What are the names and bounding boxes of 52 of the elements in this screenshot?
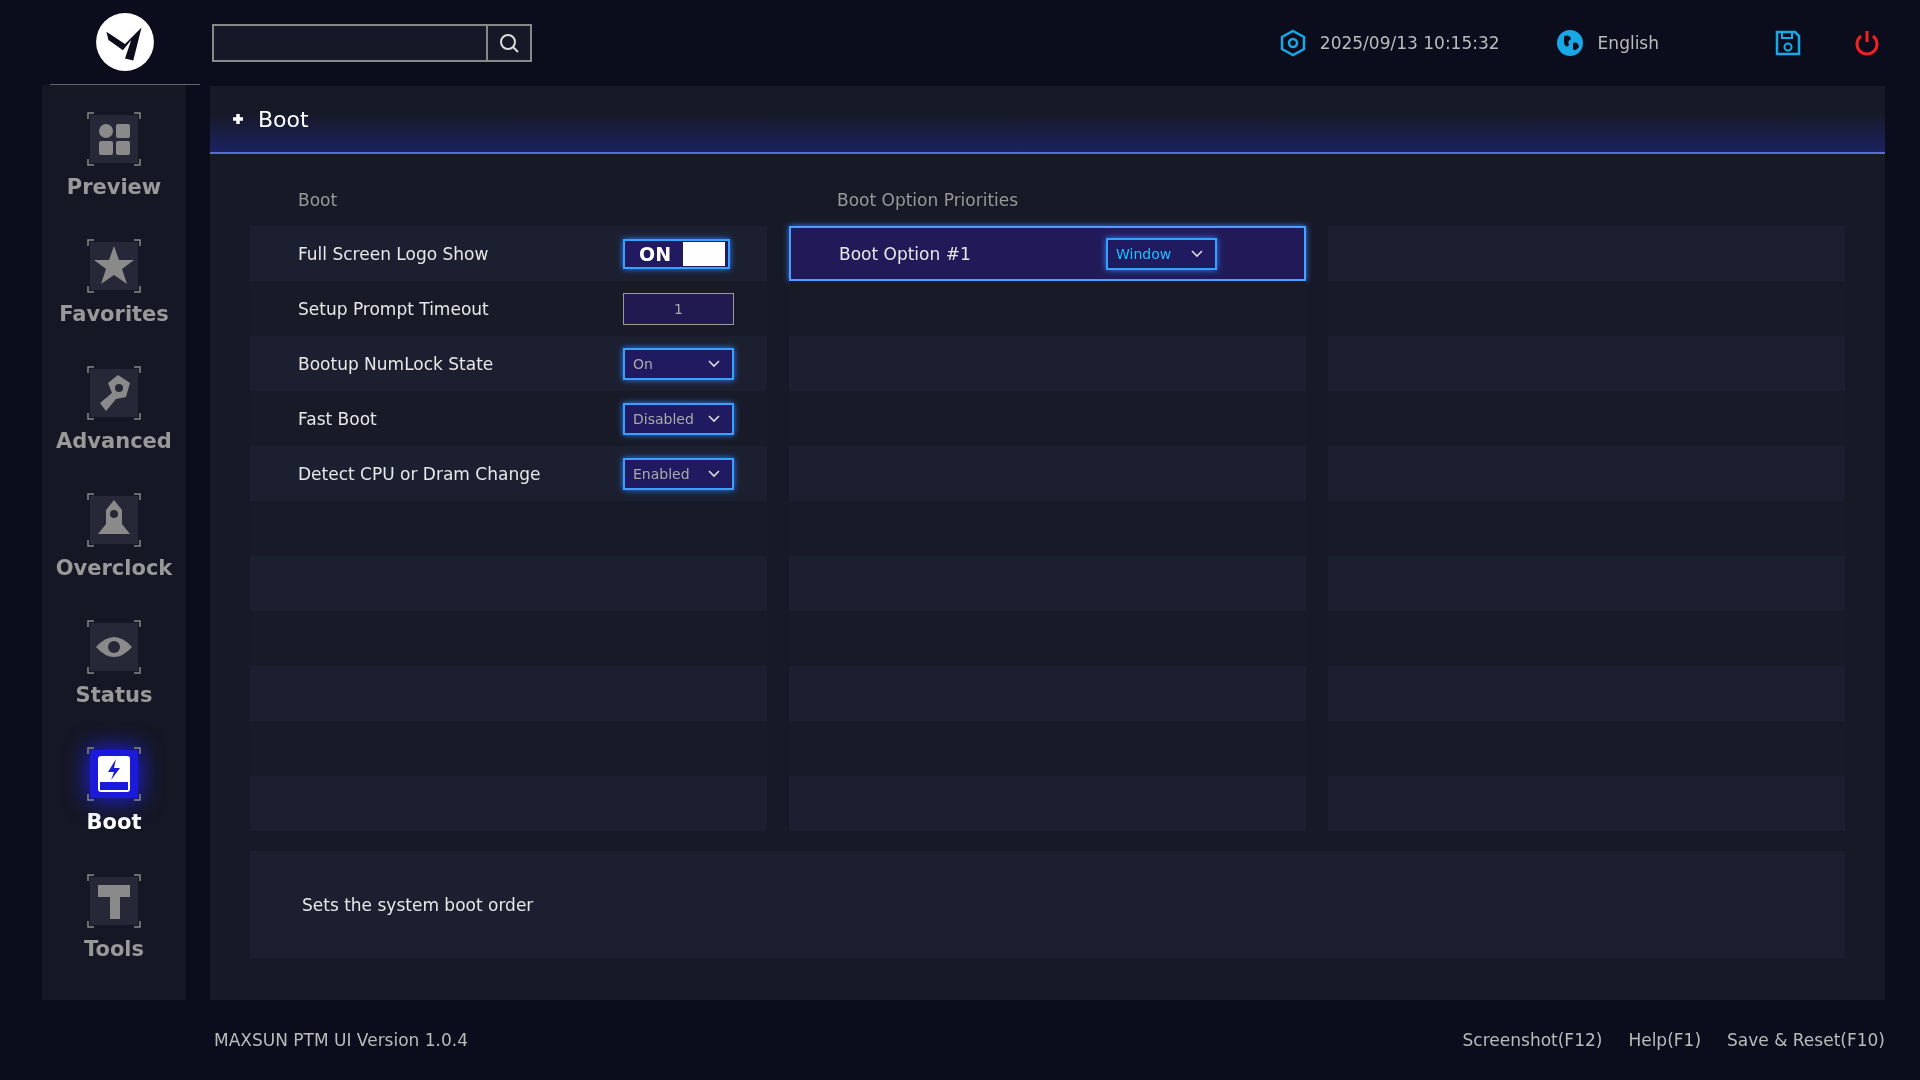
settings-icon[interactable]	[1279, 29, 1306, 57]
logo-icon	[94, 11, 156, 73]
dropdown[interactable]: Disabled	[623, 402, 734, 435]
eye-icon	[86, 619, 142, 675]
sidebar-item[interactable]: Overclock	[55, 492, 173, 619]
setting-label: Full Screen Logo Show	[298, 243, 490, 264]
hotkey-link[interactable]: Help(F1)	[1628, 1030, 1702, 1050]
column-heading: Boot Option Priorities	[836, 189, 1020, 212]
sidebar-item[interactable]: Preview	[66, 111, 162, 238]
search-icon	[498, 32, 520, 54]
save-icon[interactable]	[1775, 30, 1801, 56]
help-description: Sets the system boot order	[302, 894, 534, 915]
version-text: MAXSUN PTM UI Version 1.0.4	[214, 1030, 469, 1050]
sidebar-item[interactable]: Boot	[86, 746, 142, 873]
dropdown[interactable]: Window	[1106, 237, 1217, 270]
search-field[interactable]	[212, 24, 486, 62]
rocket-icon	[86, 492, 142, 548]
language-selector[interactable]: English	[1597, 33, 1659, 53]
setting-row[interactable]: Full Screen Logo Show ON	[250, 226, 767, 281]
setting-row[interactable]: Detect CPU or Dram Change Enabled	[250, 446, 767, 501]
page-title: Boot	[258, 106, 309, 132]
chevron-icon	[708, 414, 720, 423]
ssd-icon	[86, 746, 142, 802]
sidebar-item[interactable]: Tools	[83, 873, 145, 1000]
chevron-icon	[708, 469, 720, 478]
globe-icon[interactable]	[1555, 29, 1584, 57]
wrench-icon	[86, 365, 142, 421]
chevron-icon	[1191, 249, 1203, 258]
grid-icon	[86, 111, 142, 167]
boot-option-row[interactable]: Boot Option #1 Window	[789, 226, 1306, 281]
setting-label: Fast Boot	[298, 408, 378, 429]
date-time: 2025/09/13 10:15:32	[1319, 33, 1500, 53]
sidebar-item[interactable]: Favorites	[59, 238, 169, 365]
search-button[interactable]	[486, 24, 532, 62]
setting-label: Detect CPU or Dram Change	[298, 463, 542, 484]
setting-label: Bootup NumLock State	[298, 353, 495, 374]
toggle-switch[interactable]: ON	[623, 238, 730, 269]
power-icon[interactable]	[1853, 29, 1881, 57]
hammer-icon	[86, 873, 142, 929]
sidebar-item[interactable]: Status	[75, 619, 153, 746]
column-heading: Boot	[297, 189, 339, 212]
star-icon	[86, 238, 142, 294]
setting-label: Setup Prompt Timeout	[298, 298, 490, 319]
number-field[interactable]: 1	[623, 292, 734, 325]
dropdown[interactable]: On	[623, 347, 734, 380]
plus-icon	[232, 113, 244, 125]
hotkey-link[interactable]: Save & Reset(F10)	[1727, 1030, 1885, 1050]
hotkey-link[interactable]: Screenshot(F12)	[1462, 1030, 1603, 1050]
sidebar-item[interactable]: Advanced	[56, 365, 172, 492]
dropdown[interactable]: Enabled	[623, 457, 734, 490]
setting-row[interactable]: Bootup NumLock State On	[250, 336, 767, 391]
chevron-icon	[708, 359, 720, 368]
